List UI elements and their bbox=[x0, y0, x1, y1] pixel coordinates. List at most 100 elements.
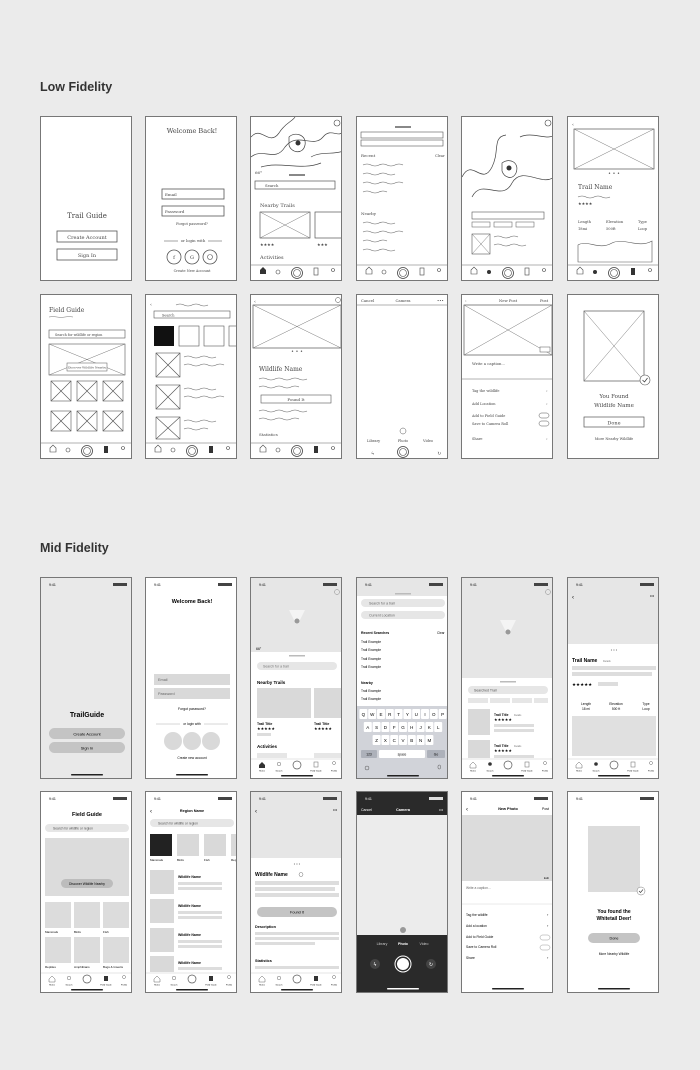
svg-text:›: › bbox=[547, 912, 549, 917]
mid-forgot-link[interactable]: Forgot password? bbox=[178, 707, 206, 711]
mid-new-photo-title: New Photo bbox=[498, 807, 518, 811]
mid-search-wildlife-label: Search for wildlife or region bbox=[53, 827, 93, 831]
mid-social-login-1[interactable] bbox=[164, 732, 182, 750]
lofi-post-link[interactable]: Post bbox=[540, 298, 549, 303]
lofi-search-wildlife-label: Search for wildlife or region bbox=[55, 333, 103, 337]
lofi-share-row[interactable]: Share bbox=[472, 437, 482, 441]
mid-kb-key-label: U bbox=[415, 712, 418, 717]
mid-kb-go[interactable]: Go bbox=[434, 753, 439, 757]
mid-kb-space[interactable]: space bbox=[398, 753, 407, 757]
mid-category-mammals[interactable]: Mammals bbox=[45, 930, 59, 934]
lofi-search-result-map-screen bbox=[461, 116, 553, 281]
svg-text:★★★★: ★★★★ bbox=[578, 201, 593, 206]
svg-text:Field Guide: Field Guide bbox=[310, 985, 322, 987]
mid-kb-key-label: P bbox=[441, 712, 444, 717]
mid-category-bugs[interactable]: Bugs & Insects bbox=[103, 965, 124, 969]
lofi-login-screen: Welcome Back! Email Password Forgot pass… bbox=[145, 116, 237, 281]
lofi-caption-field[interactable]: Write a caption... bbox=[472, 361, 505, 366]
mid-category-reptiles[interactable]: Reptiles bbox=[45, 965, 56, 969]
svg-text:‹[interactable]: ‹ bbox=[255, 809, 257, 815]
mid-add-field-guide-row[interactable]: Add to Field Guide bbox=[466, 935, 493, 939]
svg-text:• • •: • • • bbox=[611, 647, 618, 652]
svg-text:‹: ‹ bbox=[572, 122, 574, 128]
mid-password-label: Password bbox=[158, 692, 175, 696]
mid-more-nearby-link[interactable]: More Nearby Wildlife bbox=[599, 952, 630, 956]
mid-camera-tab-icon[interactable] bbox=[292, 760, 302, 770]
lofi-camera-tab-icon[interactable] bbox=[291, 267, 303, 279]
lofi-found-wildlife-name: Wildlife Name bbox=[594, 403, 634, 409]
mid-post-link[interactable]: Post bbox=[542, 807, 549, 811]
mid-kb-key-label: V bbox=[401, 738, 404, 743]
mid-fidelity-title: Mid Fidelity bbox=[40, 541, 109, 555]
lofi-home-map-screen: 66° Search Nearby Trails ★★★★ ★★★ Activi… bbox=[250, 116, 342, 281]
svg-text:‹[interactable]: ‹ bbox=[466, 807, 468, 813]
lofi-info-icon[interactable] bbox=[333, 119, 341, 127]
mid-cancel-link[interactable]: Cancel bbox=[361, 808, 372, 812]
mid-library-tab[interactable]: Library bbox=[377, 942, 388, 946]
lofi-shutter-button[interactable] bbox=[397, 446, 409, 458]
svg-text:Mammals[interactable]: Mammals bbox=[150, 858, 164, 862]
mid-category-amphibians[interactable]: Amphibians bbox=[74, 965, 90, 969]
mid-create-new-link[interactable]: Create new account bbox=[177, 756, 206, 760]
lofi-clear-link[interactable]: Clear bbox=[435, 154, 445, 158]
svg-text:Search: Search bbox=[276, 770, 284, 773]
mid-kb-123[interactable]: 123 bbox=[366, 753, 372, 757]
lofi-video-tab[interactable]: Video bbox=[422, 439, 433, 443]
mid-caption-field[interactable]: Write a caption... bbox=[466, 886, 491, 890]
mid-edit-link[interactable]: Edit bbox=[544, 876, 549, 880]
mid-search-tab-icon[interactable] bbox=[276, 761, 282, 767]
svg-text:Field Guide: Field Guide bbox=[100, 985, 112, 987]
svg-text:• • •: • • • bbox=[608, 171, 620, 177]
mid-field-guide-tab-icon[interactable] bbox=[313, 761, 319, 768]
mid-kb-key-label: E bbox=[379, 712, 382, 717]
lofi-add-field-guide-row[interactable]: Add to Field Guide bbox=[471, 414, 505, 418]
mid-kb-key-label: I bbox=[424, 712, 425, 717]
mid-save-camera-roll-row[interactable]: Save to Camera Roll bbox=[466, 945, 497, 949]
lofi-more-nearby-link[interactable]: More Nearby Wildlife bbox=[595, 437, 633, 441]
mid-home-tab-icon[interactable] bbox=[259, 762, 265, 768]
lofi-discover-label: Discover Wildlife Nearby bbox=[68, 366, 106, 370]
mid-clear-link[interactable]: Clear bbox=[437, 631, 446, 635]
lofi-done-label: Done bbox=[607, 421, 620, 427]
lofi-library-tab[interactable]: Library bbox=[367, 439, 380, 443]
lofi-forgot-link[interactable]: Forgot password? bbox=[176, 222, 208, 226]
mid-whitetail-text: Whitetail Deer! bbox=[596, 916, 631, 922]
mid-category-fish[interactable]: Fish bbox=[103, 930, 109, 934]
svg-text:66°: 66° bbox=[255, 170, 262, 175]
lofi-length-label: Length bbox=[578, 220, 592, 224]
mid-social-login-3[interactable] bbox=[202, 732, 220, 750]
svg-text:‹: ‹ bbox=[254, 299, 256, 305]
svg-text:Fish[interactable]: Fish bbox=[204, 858, 210, 862]
lofi-create-new-link[interactable]: Create New Account bbox=[174, 269, 211, 273]
lofi-save-camera-roll-row[interactable]: Save to Camera Roll bbox=[472, 422, 509, 426]
lofi-location-field[interactable] bbox=[360, 139, 444, 147]
mid-photo-tab[interactable]: Photo bbox=[398, 942, 408, 946]
mid-photo-preview bbox=[462, 815, 552, 881]
mid-add-location-row[interactable]: Add a location bbox=[466, 924, 487, 928]
mid-region-screen: 9:41 ‹ Region Name Search for wildlife o… bbox=[145, 791, 237, 993]
lofi-searched-field[interactable] bbox=[471, 211, 545, 220]
svg-text:‹[interactable]: ‹ bbox=[150, 809, 152, 815]
lofi-tag-wildlife-row[interactable]: Tag the wildlife bbox=[472, 389, 499, 393]
lofi-add-location-row[interactable]: Add Location bbox=[471, 402, 496, 406]
lofi-instagram-icon[interactable] bbox=[202, 249, 218, 265]
lofi-photo-tab[interactable]: Photo bbox=[398, 439, 408, 443]
svg-text:• • •: • • • bbox=[294, 861, 301, 866]
mid-tag-wildlife-row[interactable]: Tag the wildlife bbox=[466, 913, 488, 917]
svg-text:9:41: 9:41 bbox=[576, 797, 583, 801]
mid-social-login-2[interactable] bbox=[183, 732, 201, 750]
svg-text:Details: Details bbox=[514, 745, 522, 748]
svg-text:Birds[interactable]: Birds bbox=[177, 858, 184, 862]
mid-profile-tab-icon[interactable] bbox=[332, 761, 336, 765]
mid-video-tab[interactable]: Video bbox=[420, 942, 429, 946]
svg-text:Rep[interactable]: Rep bbox=[231, 858, 237, 862]
mid-camera-viewfinder[interactable] bbox=[357, 815, 448, 935]
lofi-cancel-link[interactable]: Cancel bbox=[361, 298, 375, 303]
svg-text:Search for wildlife or region: Search for wildlife or region bbox=[158, 822, 198, 826]
mid-back-icon[interactable]: ‹ bbox=[572, 595, 574, 601]
mid-search-result-screen: 9:41 Searched Trail Trail Title Details … bbox=[461, 577, 553, 779]
svg-text:↻: ↻ bbox=[429, 962, 433, 968]
mid-share-row[interactable]: Share bbox=[466, 956, 475, 960]
mid-category-birds[interactable]: Birds bbox=[74, 930, 81, 934]
lofi-search-trail-field[interactable] bbox=[360, 131, 444, 139]
